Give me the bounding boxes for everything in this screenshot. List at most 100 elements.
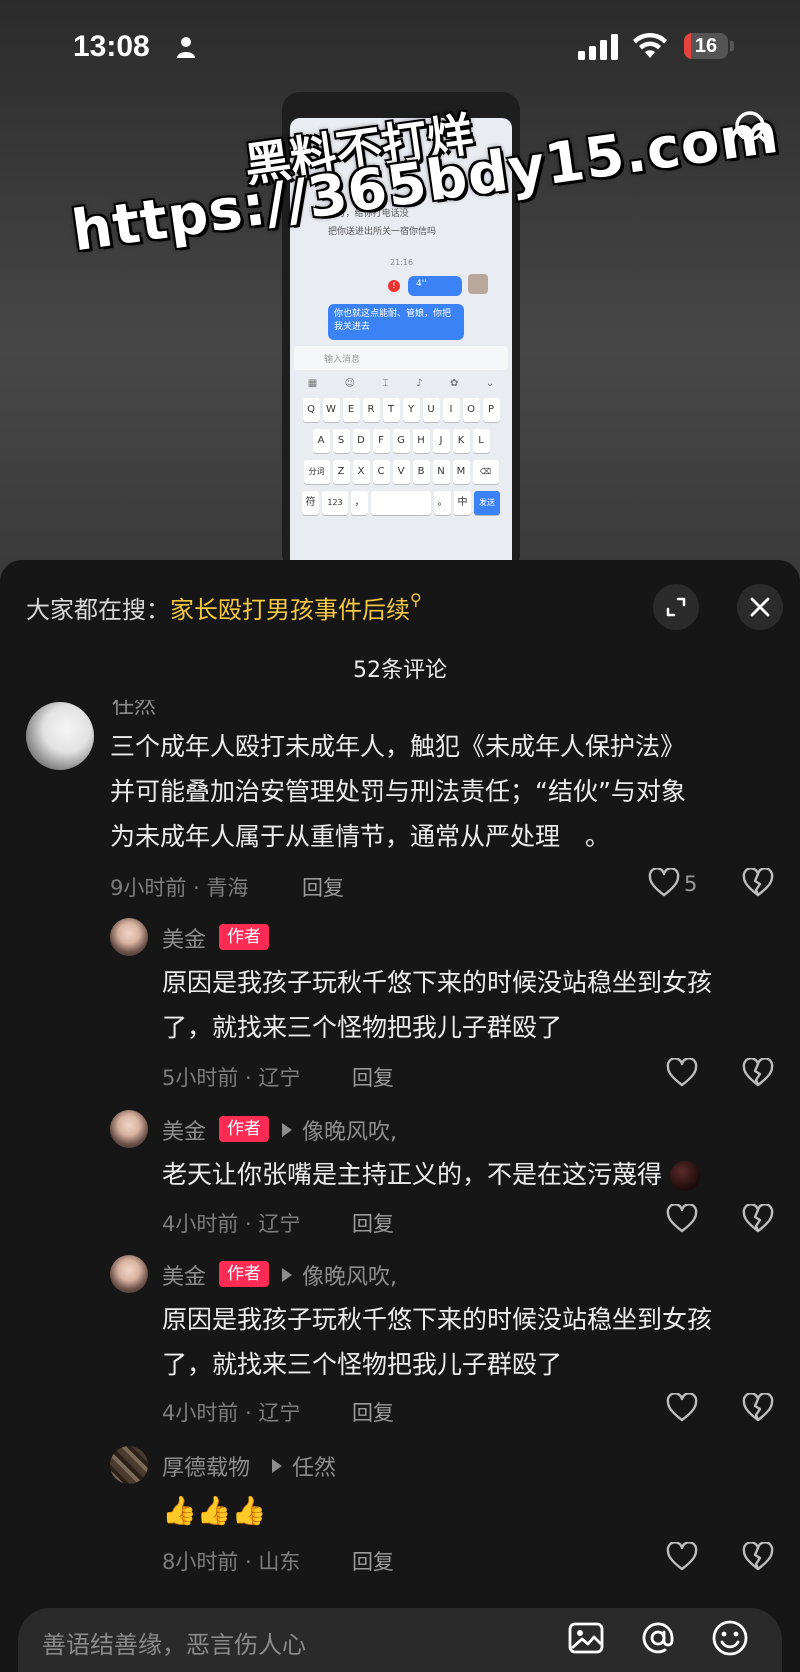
comment-count: 52条评论 <box>353 658 447 683</box>
video-keyboard-key: E <box>342 398 360 422</box>
reply-target[interactable]: 像晚风吹, <box>282 1259 397 1291</box>
video-keyboard-key: J <box>432 429 450 453</box>
author-badge: 作者 <box>219 924 269 950</box>
comment-input-bar[interactable]: 善语结善缘，恶言伤人心 <box>18 1608 782 1672</box>
video-keyboard-key: G <box>392 429 410 453</box>
video-keyboard-key: O <box>462 398 480 422</box>
broken-heart-icon[interactable] <box>742 868 774 898</box>
reply-target[interactable]: 任然 <box>272 1450 336 1482</box>
comment-text-line: 了，就找来三个怪物把我儿子群殴了 <box>162 1013 563 1042</box>
reply-button[interactable]: 回复 <box>302 872 344 902</box>
heart-icon[interactable] <box>666 1542 698 1572</box>
author-badge: 作者 <box>219 1261 269 1287</box>
heart-icon[interactable] <box>666 1204 698 1234</box>
video-keyboard-key: Q <box>302 398 320 422</box>
reply-button[interactable]: 回复 <box>352 1546 394 1576</box>
heart-icon[interactable] <box>666 1058 698 1088</box>
video-keyboard-key: N <box>432 460 450 484</box>
video-voice-bubble: 4'' <box>408 276 462 296</box>
video-keyboard-key: R <box>362 398 380 422</box>
avatar[interactable] <box>110 918 148 956</box>
video-keyboard-key: D <box>352 429 370 453</box>
heart-icon[interactable] <box>648 868 680 898</box>
comment-text: 原因是我孩子玩秋千悠下来的时候没站稳坐到女孩 了，就找来三个怪物把我儿子群殴了 <box>162 1297 782 1387</box>
search-icon: ⚲ <box>410 590 422 609</box>
video-keyboard-key: V <box>392 460 410 484</box>
reply-target-name: 任然 <box>292 1456 337 1481</box>
image-icon[interactable] <box>566 1618 606 1658</box>
comment-text-line: 原因是我孩子玩秋千悠下来的时候没站稳坐到女孩 <box>162 968 713 997</box>
video-keyboard-key <box>371 491 431 515</box>
video-chat-avatar <box>468 274 488 294</box>
broken-heart-icon[interactable] <box>742 1393 774 1423</box>
video-keyboard-key: C <box>372 460 390 484</box>
reply-target-name: 像晚风吹, <box>302 1120 397 1145</box>
broken-heart-icon[interactable] <box>742 1542 774 1572</box>
comment-text-line: 三个成年人殴打未成年人，触犯《未成年人保护法》 <box>110 732 686 761</box>
avatar[interactable] <box>110 1255 148 1293</box>
hot-search-banner[interactable]: 大家都在搜：家长殴打男孩事件后续⚲ <box>26 590 422 625</box>
comment-meta: 4小时前 · 辽宁 <box>162 1401 301 1425</box>
reply-arrow-icon <box>282 1123 292 1137</box>
reply-button[interactable]: 回复 <box>352 1208 394 1238</box>
reply-button[interactable]: 回复 <box>352 1397 394 1427</box>
video-keyboard-key: ⌫ <box>472 460 499 484</box>
expand-button[interactable] <box>653 584 699 630</box>
avatar[interactable] <box>110 1110 148 1148</box>
expand-icon <box>666 597 686 617</box>
comment-text-line: 为未成年人属于从重情节，通常从严处理 。 <box>110 822 611 851</box>
video-keyboard-key: K <box>452 429 470 453</box>
comment-username[interactable]: 美金 <box>162 1114 206 1146</box>
reply-arrow-icon <box>272 1459 282 1473</box>
video-keyboard-key: 发送 <box>474 491 500 515</box>
comment-meta: 9小时前 · 青海 <box>110 876 249 900</box>
video-chat-time: 21:16 <box>390 258 414 267</box>
comment-input[interactable]: 善语结善缘，恶言伤人心 <box>42 1625 306 1660</box>
comment-text-line: 原因是我孩子玩秋千悠下来的时候没站稳坐到女孩 <box>162 1305 713 1334</box>
video-keyboard-key: 符 <box>302 491 319 515</box>
comment-meta: 4小时前 · 辽宁 <box>162 1212 301 1236</box>
like-count: 5 <box>684 872 698 896</box>
battery-cap <box>730 41 734 51</box>
status-bar: 13:08 16 <box>0 0 800 90</box>
heart-icon[interactable] <box>666 1393 698 1423</box>
comment-username[interactable]: 美金 <box>162 1259 206 1291</box>
comment-username[interactable]: 厚德载物 <box>162 1450 250 1482</box>
video-keyboard-key: H <box>412 429 430 453</box>
video-keyboard-key: ， <box>351 491 368 515</box>
comment-text: 老天让你张嘴是主持正义的，不是在这污蔑得 <box>162 1152 782 1197</box>
video-input-bar: 输入消息 <box>294 346 508 370</box>
broken-heart-icon[interactable] <box>742 1058 774 1088</box>
broken-heart-icon[interactable] <box>742 1204 774 1234</box>
video-keyboard-key: 中 <box>454 491 471 515</box>
video-keyboard-key: A <box>312 429 330 453</box>
battery-indicator: 16 <box>684 33 728 59</box>
video-keyboard-key: L <box>472 429 490 453</box>
reply-target[interactable]: 像晚风吹, <box>282 1114 397 1146</box>
close-button[interactable] <box>737 584 783 630</box>
video-keyboard-key: M <box>452 460 470 484</box>
author-badge: 作者 <box>219 1116 269 1142</box>
hot-search-topic[interactable]: 家长殴打男孩事件后续 <box>170 596 410 624</box>
comment-text: 👍👍👍 <box>162 1488 782 1534</box>
video-keyboard-tools: ▦ ☺ ⌶ ♪ ✿ ⌄ <box>307 378 495 389</box>
comment-meta: 8小时前 · 山东 <box>162 1550 301 1574</box>
reply-button[interactable]: 回复 <box>352 1062 394 1092</box>
video-keyboard-key: 123 <box>322 491 348 515</box>
status-time: 13:08 <box>73 30 150 63</box>
avatar[interactable] <box>26 702 94 770</box>
search-icon[interactable] <box>730 106 776 152</box>
comment-username[interactable]: 美金 <box>162 922 206 954</box>
reply-target-name: 像晚风吹, <box>302 1265 397 1290</box>
comment-text-line: 了，就找来三个怪物把我儿子群殴了 <box>162 1350 563 1379</box>
avatar[interactable] <box>110 1446 148 1484</box>
video-keyboard-key: T <box>382 398 400 422</box>
video-keyboard-key: 分词 <box>303 460 330 484</box>
close-icon <box>750 597 770 617</box>
comment-meta: 5小时前 · 辽宁 <box>162 1066 301 1090</box>
comment-text: 三个成年人殴打未成年人，触犯《未成年人保护法》 并可能叠加治安管理处罚与刑法责任… <box>110 724 770 859</box>
video-keyboard-key: Y <box>402 398 420 422</box>
mention-icon[interactable] <box>638 1618 678 1658</box>
emoji-icon[interactable] <box>710 1618 750 1658</box>
person-icon <box>177 37 195 58</box>
